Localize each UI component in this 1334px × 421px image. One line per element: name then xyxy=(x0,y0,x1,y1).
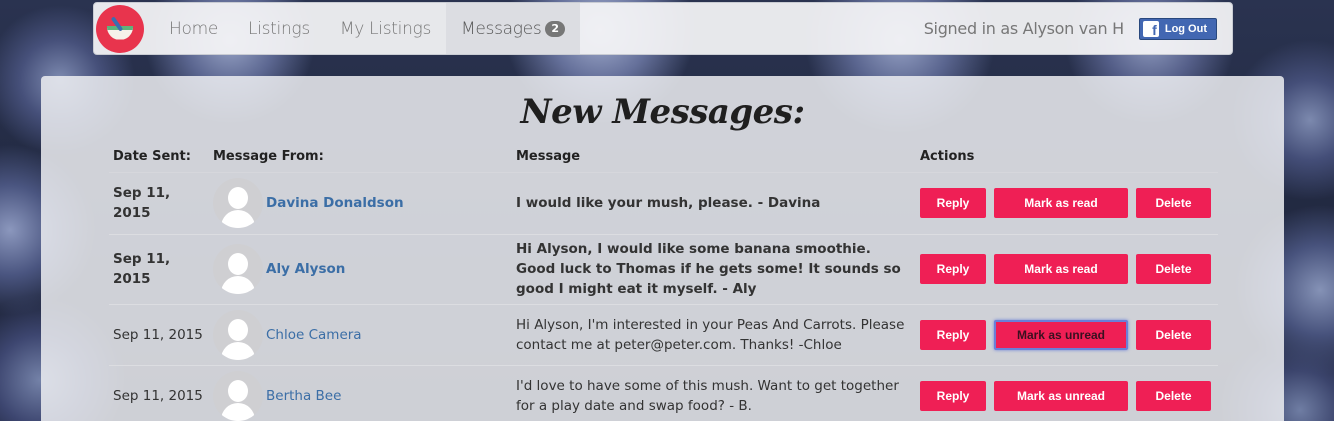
mark-unread-button[interactable]: Mark as unread xyxy=(994,319,1128,350)
signed-in-text: Signed in as Alyson van H xyxy=(923,19,1124,38)
avatar xyxy=(213,371,263,421)
row-actions: Reply Mark as unread Delete xyxy=(916,303,1218,365)
reply-button[interactable]: Reply xyxy=(920,254,986,284)
table-row: Sep 11, 2015 Aly Alyson Hi Alyson, I wou… xyxy=(109,233,1218,304)
row-from: Davina Donaldson xyxy=(209,171,512,234)
mark-read-button[interactable]: Mark as read xyxy=(994,254,1128,284)
header-date: Date Sent: xyxy=(109,144,209,173)
row-date: Sep 11, 2015 xyxy=(109,303,209,365)
row-from: Aly Alyson xyxy=(209,233,512,304)
avatar xyxy=(213,244,263,294)
row-message: I'd love to have some of this mush. Want… xyxy=(512,364,916,421)
table-header-row: Date Sent: Message From: Message Actions xyxy=(109,144,1218,173)
delete-button[interactable]: Delete xyxy=(1136,381,1211,412)
top-navbar: Home Listings My Listings Messages 2 Sig… xyxy=(93,2,1233,55)
reply-button[interactable]: Reply xyxy=(920,319,986,350)
row-message: Hi Alyson, I would like some banana smoo… xyxy=(512,233,916,304)
facebook-icon: f xyxy=(1142,20,1159,37)
reply-button[interactable]: Reply xyxy=(920,188,986,218)
row-from: Bertha Bee xyxy=(209,364,512,421)
delete-button[interactable]: Delete xyxy=(1136,188,1211,218)
nav-my-listings[interactable]: My Listings xyxy=(325,3,446,54)
mark-unread-button[interactable]: Mark as unread xyxy=(994,381,1128,412)
row-actions: Reply Mark as read Delete xyxy=(916,171,1218,234)
messages-count-badge: 2 xyxy=(545,20,565,37)
row-date: Sep 11, 2015 xyxy=(109,364,209,421)
mark-read-button[interactable]: Mark as read xyxy=(994,188,1128,218)
page-title: New Messages: xyxy=(520,92,806,132)
messages-table: Date Sent: Message From: Message Actions… xyxy=(109,144,1218,421)
row-message: I would like your mush, please. - Davina xyxy=(512,171,916,234)
delete-button[interactable]: Delete xyxy=(1136,319,1211,350)
nav-right: Signed in as Alyson van H f Log Out xyxy=(923,17,1232,40)
table-row: Sep 11, 2015 Chloe Camera Hi Alyson, I'm… xyxy=(109,303,1218,365)
sender-link[interactable]: Aly Alyson xyxy=(266,259,345,279)
logout-label: Log Out xyxy=(1164,22,1207,35)
table-row: Sep 11, 2015 Davina Donaldson I would li… xyxy=(109,171,1218,234)
row-date: Sep 11, 2015 xyxy=(109,233,209,304)
header-message: Message xyxy=(512,144,916,173)
nav-messages-label: Messages xyxy=(461,18,542,39)
facebook-logout-button[interactable]: f Log Out xyxy=(1138,17,1217,40)
sender-link[interactable]: Davina Donaldson xyxy=(266,193,404,213)
sender-link[interactable]: Chloe Camera xyxy=(266,325,362,345)
row-from: Chloe Camera xyxy=(209,303,512,365)
row-actions: Reply Mark as unread Delete xyxy=(916,364,1218,421)
nav-listings[interactable]: Listings xyxy=(233,3,325,54)
row-message: Hi Alyson, I'm interested in your Peas A… xyxy=(512,303,916,365)
table-row: Sep 11, 2015 Bertha Bee I'd love to have… xyxy=(109,364,1218,421)
sender-link[interactable]: Bertha Bee xyxy=(266,386,341,406)
avatar xyxy=(213,309,263,360)
nav-messages[interactable]: Messages 2 xyxy=(446,3,580,54)
messages-panel: New Messages: Date Sent: Message From: M… xyxy=(41,76,1284,421)
row-actions: Reply Mark as read Delete xyxy=(916,233,1218,304)
avatar xyxy=(213,178,263,228)
brand-logo-icon[interactable] xyxy=(96,4,144,53)
reply-button[interactable]: Reply xyxy=(920,381,986,412)
header-from: Message From: xyxy=(209,144,512,173)
delete-button[interactable]: Delete xyxy=(1136,254,1211,284)
row-date: Sep 11, 2015 xyxy=(109,171,209,234)
header-actions: Actions xyxy=(916,144,1218,173)
nav-home[interactable]: Home xyxy=(154,3,233,54)
